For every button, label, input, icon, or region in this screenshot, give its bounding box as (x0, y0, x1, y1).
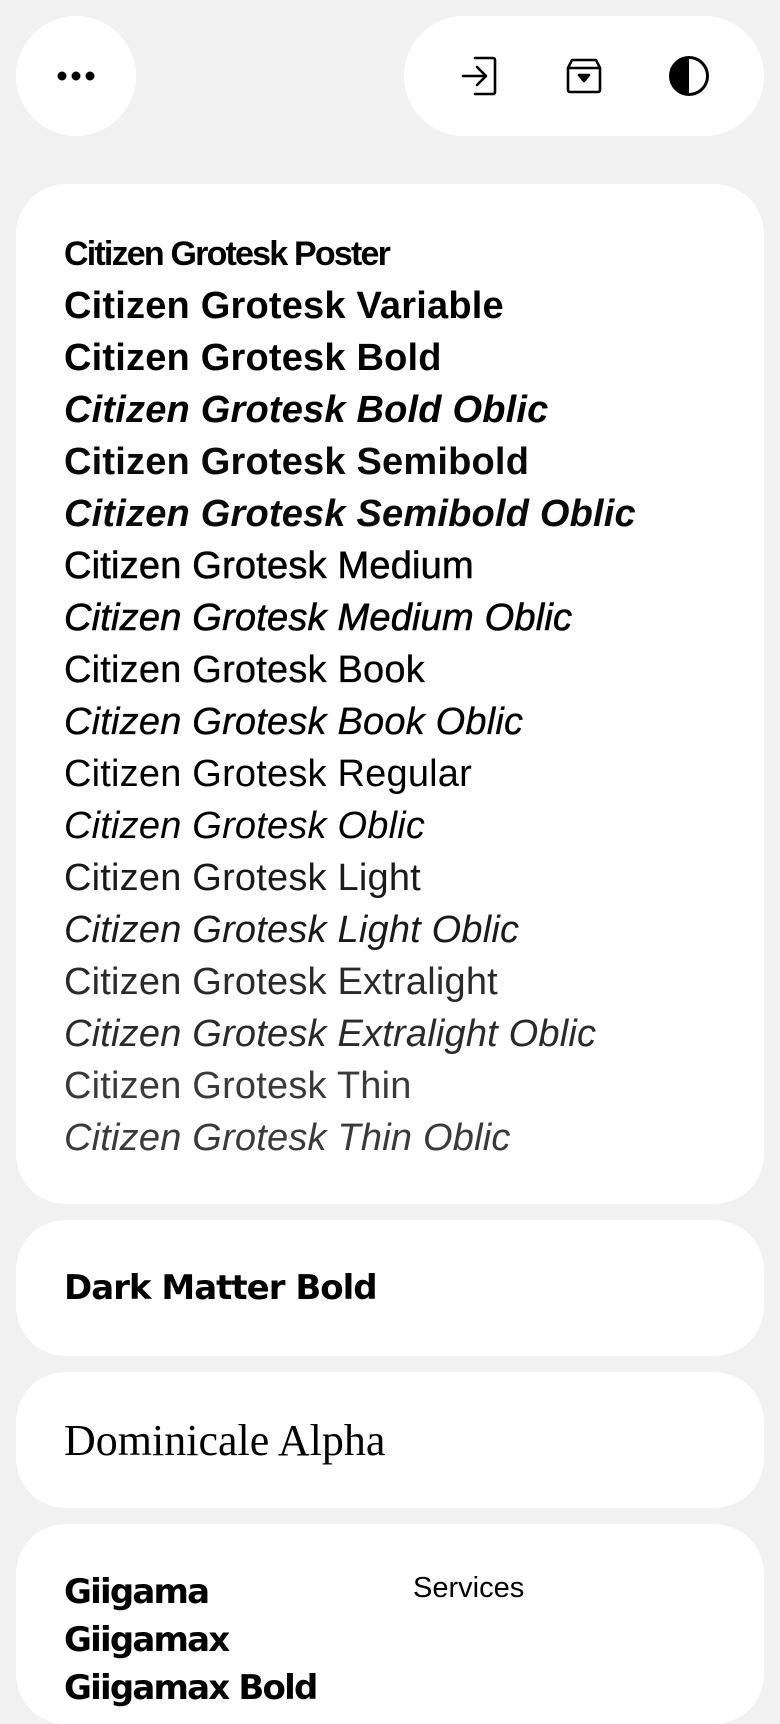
more-dots-icon (57, 71, 95, 81)
font-family-title: Dominicale Alpha (64, 1415, 386, 1465)
font-style-item[interactable]: Citizen Grotesk Medium Oblic (64, 592, 716, 644)
login-button[interactable] (449, 46, 509, 106)
font-style-item[interactable]: Citizen Grotesk Poster (64, 228, 716, 280)
font-style-item[interactable]: Giigamax Bold (64, 1664, 716, 1712)
font-style-item[interactable]: Citizen Grotesk Light Oblic (64, 904, 716, 956)
font-style-item[interactable]: Citizen Grotesk Variable (64, 280, 716, 332)
font-style-item[interactable]: Citizen Grotesk Bold Oblic (64, 384, 716, 436)
giigamax-content: Giigama Giigamax Giigamax Bold Services (64, 1568, 716, 1712)
font-style-item[interactable]: Citizen Grotesk Semibold Oblic (64, 488, 716, 540)
font-style-item[interactable]: Citizen Grotesk Extralight (64, 956, 716, 1008)
menu-button[interactable] (16, 16, 136, 136)
font-family-card-dark-matter[interactable]: Dark Matter Bold (16, 1220, 764, 1356)
action-toolbar (404, 16, 764, 136)
archive-box-icon (566, 58, 602, 94)
font-style-item[interactable]: Citizen Grotesk Semibold (64, 436, 716, 488)
font-family-card-dominicale[interactable]: Dominicale Alpha (16, 1372, 764, 1508)
login-icon (461, 56, 496, 96)
font-style-item[interactable]: Citizen Grotesk Medium (64, 540, 716, 592)
font-style-item[interactable]: Citizen Grotesk Extralight Oblic (64, 1008, 716, 1060)
services-label: Services (413, 1572, 525, 1604)
font-style-item[interactable]: Citizen Grotesk Thin Oblic (64, 1112, 716, 1164)
font-style-item[interactable]: Citizen Grotesk Book Oblic (64, 696, 716, 748)
font-style-item[interactable]: Giigamax (64, 1616, 716, 1664)
archive-button[interactable] (554, 46, 614, 106)
font-style-item[interactable]: Citizen Grotesk Regular (64, 748, 716, 800)
font-style-list: Giigama Giigamax Giigamax Bold (64, 1568, 716, 1712)
font-style-item[interactable]: Citizen Grotesk Book (64, 644, 716, 696)
font-style-item[interactable]: Citizen Grotesk Oblic (64, 800, 716, 852)
contrast-icon (669, 56, 710, 96)
font-style-item[interactable]: Giigama (64, 1568, 716, 1616)
top-bar (0, 0, 780, 140)
font-family-card-giigamax[interactable]: Giigama Giigamax Giigamax Bold Services (16, 1524, 764, 1724)
font-style-list: Citizen Grotesk Poster Citizen Grotesk V… (64, 228, 716, 1164)
font-family-card-citizen-grotesk[interactable]: Citizen Grotesk Poster Citizen Grotesk V… (16, 184, 764, 1204)
theme-toggle-button[interactable] (659, 46, 719, 106)
font-style-item[interactable]: Citizen Grotesk Thin (64, 1060, 716, 1112)
font-family-title: Dark Matter Bold (64, 1268, 378, 1308)
font-style-item[interactable]: Citizen Grotesk Bold (64, 332, 716, 384)
font-style-item[interactable]: Citizen Grotesk Light (64, 852, 716, 904)
